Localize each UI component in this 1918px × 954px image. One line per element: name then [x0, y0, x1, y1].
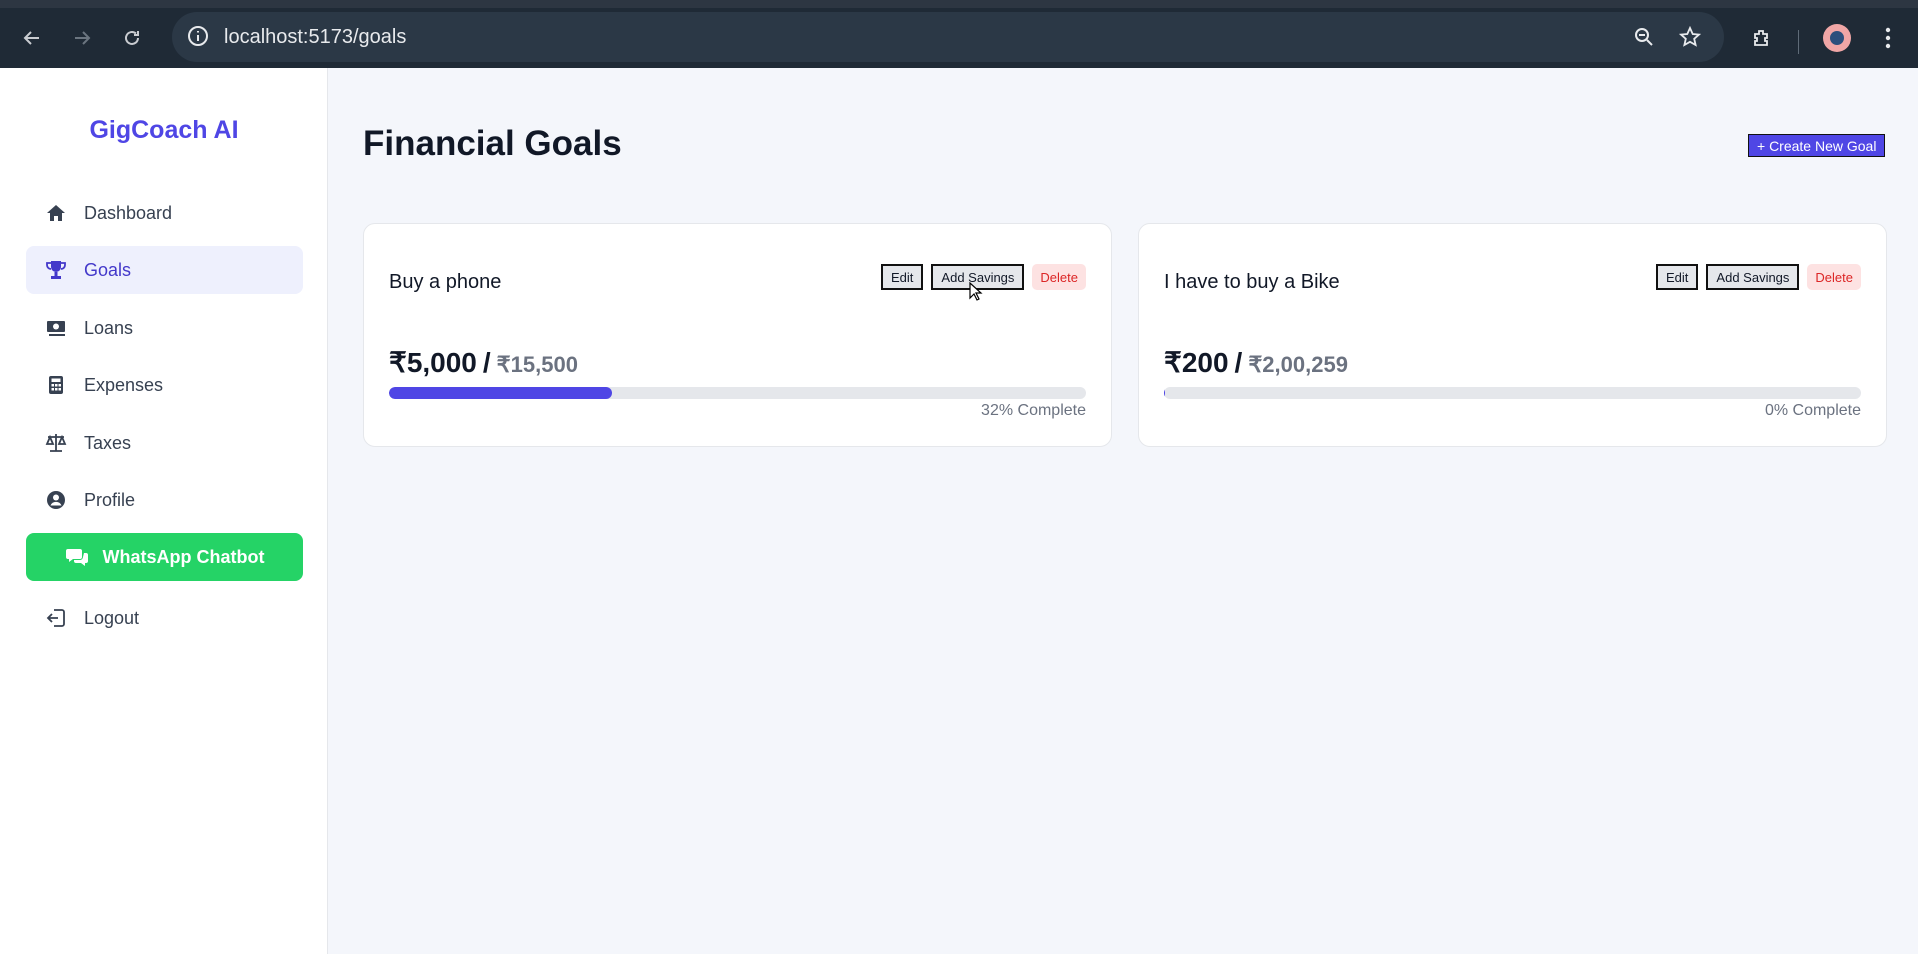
- sidebar-item-label: Expenses: [84, 374, 164, 395]
- sidebar-item-label: Logout: [84, 607, 140, 628]
- goal-card: I have to buy a Bike Edit Add Savings De…: [1138, 223, 1887, 447]
- goal-name: I have to buy a Bike: [1164, 271, 1340, 293]
- progress-bar: [1164, 387, 1861, 399]
- add-savings-button[interactable]: Add Savings: [1706, 264, 1800, 290]
- chat-icon: [65, 545, 89, 569]
- percent-complete: 0% Complete: [1764, 402, 1861, 419]
- target-amount: ₹2,00,259: [1248, 352, 1348, 377]
- sidebar-item-label: Dashboard: [84, 202, 173, 223]
- progress-bar-fill: [389, 387, 613, 399]
- percent-complete: 32% Complete: [981, 402, 1086, 419]
- extensions-icon[interactable]: [1746, 22, 1778, 54]
- amount-separator: /: [482, 347, 491, 378]
- mouse-cursor-icon: [969, 281, 983, 307]
- profile-avatar[interactable]: [1821, 22, 1853, 54]
- delete-button[interactable]: Delete: [1807, 264, 1861, 290]
- page-title: Financial Goals: [363, 124, 622, 163]
- whatsapp-chatbot-label: WhatsApp Chatbot: [102, 546, 265, 567]
- address-bar[interactable]: localhost:5173/goals: [172, 12, 1724, 62]
- progress-bar-fill: [1164, 387, 1165, 399]
- sidebar-item-label: Profile: [84, 489, 136, 510]
- target-amount: ₹15,500: [496, 352, 578, 377]
- goal-actions: Edit Add Savings Delete: [1656, 264, 1861, 290]
- sidebar-item-loans[interactable]: Loans: [26, 304, 303, 352]
- scale-icon: [44, 431, 68, 455]
- saved-amount: ₹5,000: [389, 347, 477, 378]
- sidebar-item-label: Goals: [84, 259, 132, 280]
- goal-actions: Edit Add Savings Delete: [881, 264, 1086, 290]
- site-info-icon[interactable]: [186, 24, 210, 53]
- progress-bar: [389, 387, 1086, 399]
- user-circle-icon: [44, 488, 68, 512]
- brand-logo: GigCoach AI: [89, 116, 239, 144]
- sidebar-item-taxes[interactable]: Taxes: [26, 419, 303, 467]
- saved-amount: ₹200: [1164, 347, 1229, 378]
- menu-kebab-icon[interactable]: [1872, 22, 1904, 54]
- edit-button[interactable]: Edit: [881, 264, 924, 290]
- home-icon: [44, 201, 68, 225]
- delete-button[interactable]: Delete: [1032, 264, 1086, 290]
- zoom-icon[interactable]: [1628, 21, 1660, 53]
- trophy-icon: [44, 258, 68, 282]
- sidebar-item-dashboard[interactable]: Dashboard: [26, 189, 303, 237]
- sidebar-item-label: Taxes: [84, 432, 132, 453]
- amount-separator: /: [1234, 347, 1243, 378]
- browser-toolbar: localhost:5173/goals: [0, 0, 1918, 68]
- logout-icon: [44, 606, 68, 630]
- bookmark-star-icon[interactable]: [1674, 21, 1706, 53]
- calculator-icon: [44, 373, 68, 397]
- sidebar-item-label: Loans: [84, 317, 134, 338]
- goal-card: Buy a phone Edit Add Savings Delete ₹5,0…: [363, 223, 1112, 447]
- edit-button[interactable]: Edit: [1656, 264, 1699, 290]
- sidebar-item-goals[interactable]: Goals: [26, 246, 303, 294]
- reload-icon[interactable]: [116, 22, 148, 54]
- sidebar-item-profile[interactable]: Profile: [26, 476, 303, 524]
- sidebar-item-logout[interactable]: Logout: [26, 594, 303, 642]
- toolbar-divider: [1798, 30, 1799, 54]
- create-new-goal-button[interactable]: + Create New Goal: [1748, 134, 1886, 157]
- forward-icon[interactable]: [66, 22, 98, 54]
- money-icon: [44, 316, 68, 340]
- goal-amount: ₹5,000 / ₹15,500: [389, 346, 578, 379]
- url-text: localhost:5173/goals: [224, 26, 407, 48]
- whatsapp-chatbot-button[interactable]: WhatsApp Chatbot: [26, 533, 303, 581]
- sidebar: GigCoach AI Dashboard Goals Loans Expens…: [0, 68, 328, 954]
- goal-name: Buy a phone: [389, 271, 502, 293]
- back-icon[interactable]: [16, 22, 48, 54]
- goal-amount: ₹200 / ₹2,00,259: [1164, 346, 1348, 379]
- sidebar-item-expenses[interactable]: Expenses: [26, 361, 303, 409]
